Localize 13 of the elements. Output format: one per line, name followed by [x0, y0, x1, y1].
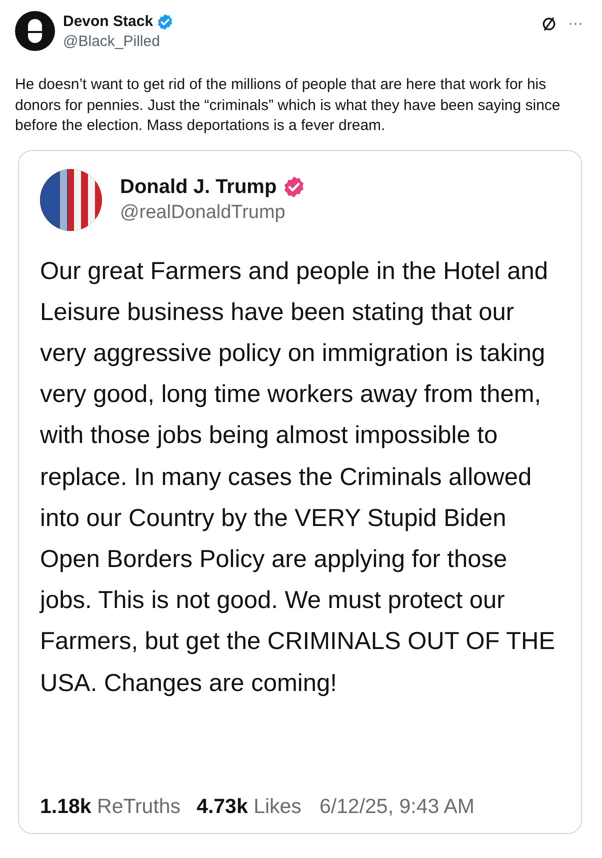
quoted-post-card[interactable]: [18, 150, 582, 834]
stat-text: 1.18k ReTruths: [40, 794, 181, 820]
stat-text: 4.73k Likes: [196, 794, 302, 820]
author-handle[interactable]: @realDonaldTrump: [120, 200, 306, 226]
post-text: He doesn’t want to get rid of the millions of people that are here that work for his donors for pennies. Just the “criminals” which is what they have been saying since before the election. Mass deportations is a fever dream.: [14, 75, 562, 136]
timestamp: 6/12/25, 9:43 AM: [319, 794, 474, 820]
more-button[interactable]: ···: [568, 15, 583, 33]
quoted-post-text: Our great Farmers and people in the Hotel and Leisure business have been stating that our very aggressive policy on immigration is taking very good, long time workers away from them, with those jobs being almost impossible to replace. In many cases the Criminals allowed into our Country by the VERY Stupid Biden Open Borders Policy are applying for those jobs. This is not good. We must protect our Farmers, but get the CRIMINALS OUT OF THE USA. Changes are coming!: [40, 256, 556, 699]
author-name[interactable]: Devon Stack: [63, 12, 154, 32]
author-name[interactable]: Donald J. Trump: [120, 174, 277, 200]
slashed-circle-icon[interactable]: [540, 15, 558, 33]
avatar[interactable]: [15, 11, 55, 51]
author-handle[interactable]: @Black_Pilled: [63, 32, 174, 52]
